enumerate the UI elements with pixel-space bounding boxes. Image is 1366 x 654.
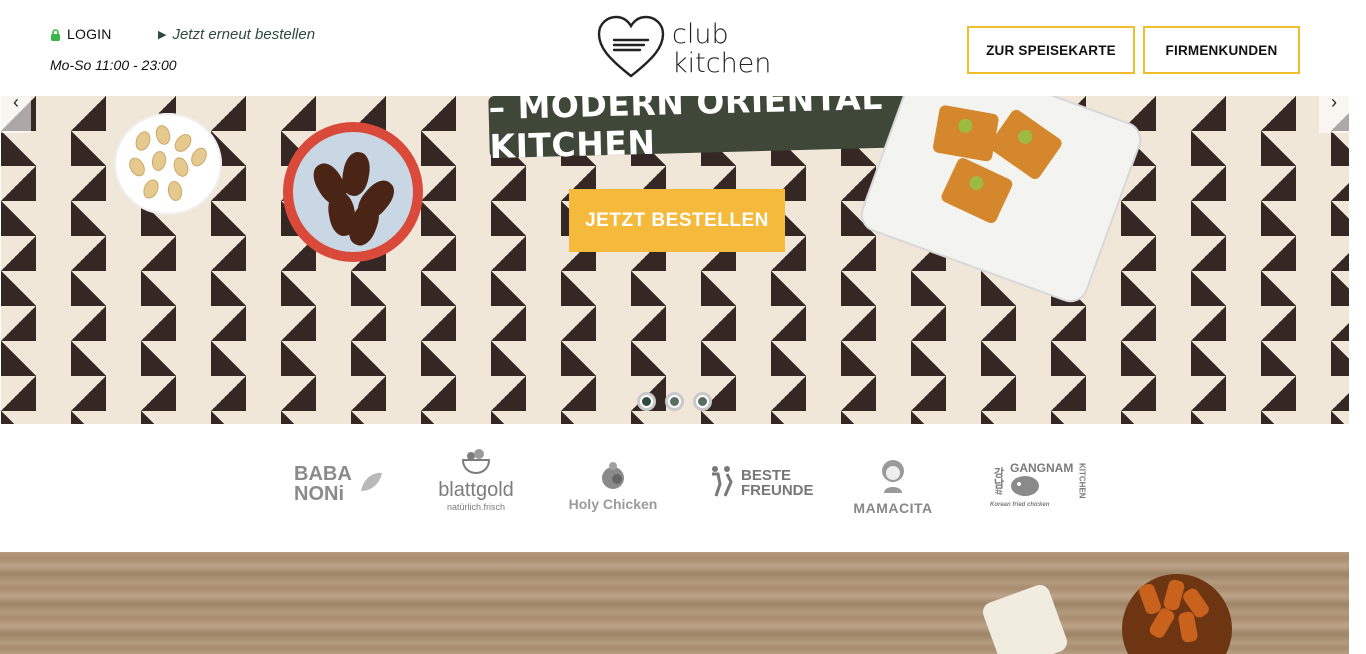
gangnam-tagline: Korean fried chicken (990, 501, 1050, 508)
reorder-label: Jetzt erneut bestellen (172, 26, 316, 43)
fries-bowl-image (1122, 574, 1232, 654)
order-now-button[interactable]: JETZT BESTELLEN (569, 189, 785, 252)
gangnam-name: GANGNAM (1010, 460, 1074, 475)
running-figures-icon (707, 464, 737, 503)
brand-blattgold[interactable]: blattgold natürlich.frisch (430, 449, 522, 512)
logo-text-club: club (672, 19, 729, 50)
freunde-line: FREUNDE (741, 482, 814, 499)
slider-dots (637, 392, 712, 411)
brand-holy-chicken[interactable]: Holy Chicken (567, 456, 659, 512)
brand-beste-freunde[interactable]: BESTE FREUNDE (707, 458, 814, 508)
baba-noni-line1: BABA (294, 463, 352, 485)
slider-dot-1[interactable] (637, 392, 656, 411)
salad-bowl-icon (461, 448, 491, 479)
brand-baba-noni[interactable]: BABA NONi (294, 460, 382, 508)
lock-icon (50, 28, 61, 41)
food-section-image (0, 552, 1349, 654)
gangnam-hangul: 강남# (992, 466, 1004, 496)
club-kitchen-logo[interactable]: club kitchen (596, 14, 771, 85)
mamacita-name: MAMACITA (853, 500, 933, 516)
site-header: LOGIN ▶ Jetzt erneut bestellen Mo-So 11:… (0, 0, 1366, 96)
opening-hours: Mo-So 11:00 - 23:00 (50, 57, 177, 73)
slider-dot-3[interactable] (693, 392, 712, 411)
business-customers-button[interactable]: FIRMENKUNDEN (1143, 26, 1300, 74)
leaf-icon (358, 469, 384, 500)
slider-prev-arrow[interactable]: ‹ (1, 96, 31, 133)
almond-bowl-image (114, 113, 222, 215)
play-icon: ▶ (158, 29, 167, 41)
baba-noni-line2: NONi (294, 483, 344, 505)
heart-logo-icon (596, 14, 666, 85)
chicken-icon (598, 461, 628, 496)
slider-dot-2[interactable] (665, 392, 684, 411)
wrap-image (980, 582, 1070, 654)
gangnam-kitchen-label: KITCHEN (1077, 463, 1087, 499)
blattgold-name: blattgold (438, 479, 514, 501)
dates-bowl-image (283, 122, 423, 262)
login-link[interactable]: LOGIN (50, 26, 112, 42)
reorder-link[interactable]: ▶ Jetzt erneut bestellen (158, 26, 315, 43)
login-label: LOGIN (67, 26, 112, 42)
beste-line: BESTE (741, 467, 792, 484)
logo-text-kitchen: kitchen (672, 48, 772, 79)
fish-icon (1010, 475, 1073, 502)
brand-mamacita[interactable]: MAMACITA (853, 456, 933, 516)
blattgold-tagline: natürlich.frisch (446, 502, 506, 512)
brand-gangnam-kitchen[interactable]: 강남# GANGNAM KITCHEN Korean fried chicken (990, 454, 1086, 514)
hero-slider: – MODERN ORIENTAL KITCHEN JETZT BESTELLE… (1, 96, 1349, 424)
holy-chicken-name: Holy Chicken (568, 496, 658, 512)
menu-button[interactable]: ZUR SPEISEKARTE (967, 26, 1135, 74)
brand-logos-row: BABA NONi blattgold natürlich.frisch Hol… (0, 424, 1366, 552)
slider-next-arrow[interactable]: › (1319, 96, 1349, 133)
woman-face-icon (878, 457, 908, 500)
